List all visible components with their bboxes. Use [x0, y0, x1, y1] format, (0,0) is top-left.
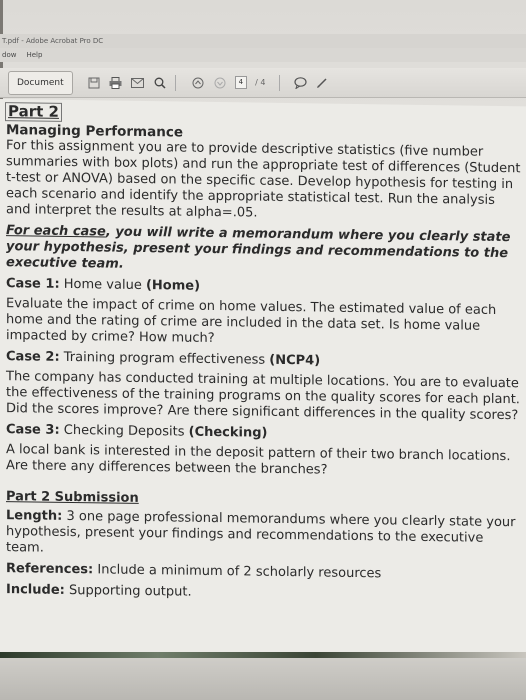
save-icon[interactable] [87, 76, 101, 90]
search-icon[interactable] [153, 76, 167, 90]
intro-paragraph: For this assignment you are to provide d… [6, 138, 521, 221]
page-up-icon[interactable] [191, 76, 205, 90]
case-2-heading: Case 2: Training program effectiveness (… [6, 349, 321, 369]
memo-lead: For each case [6, 223, 106, 240]
print-icon[interactable] [109, 76, 123, 90]
toolbar-divider [174, 74, 183, 91]
email-icon[interactable] [131, 76, 145, 90]
page-total: / 4 [255, 78, 266, 87]
menu-bar: dow Help [0, 48, 526, 62]
window-title: T.pdf - Adobe Acrobat Pro DC [0, 34, 526, 48]
references-requirement: References: Include a minimum of 2 schol… [6, 561, 382, 582]
pen-icon[interactable] [315, 76, 329, 90]
pdf-page-content: Part 2 Managing Performance For this ass… [0, 99, 526, 662]
document-tab[interactable]: Document [8, 70, 73, 95]
case-3-text: A local bank is interested in the deposi… [6, 442, 511, 478]
acrobat-toolbar: Document 4 / 4 [0, 68, 526, 98]
part-2-heading: Part 2 [5, 102, 62, 122]
page-number-input[interactable]: 4 [234, 76, 248, 89]
comment-icon[interactable] [293, 76, 307, 90]
menu-item-help[interactable]: Help [26, 48, 42, 62]
menu-item-window[interactable]: dow [2, 48, 16, 62]
memo-instruction: For each case, you will write a memorand… [6, 223, 522, 278]
case-3-heading: Case 3: Checking Deposits (Checking) [6, 422, 268, 441]
case-1-text: Evaluate the impact of crime on home val… [6, 296, 497, 346]
page-down-icon[interactable] [213, 76, 227, 90]
length-requirement: Length: 3 one page professional memorand… [6, 508, 516, 556]
include-requirement: Include: Supporting output. [6, 582, 192, 600]
toolbar-divider [279, 74, 285, 91]
toolbar-icons: 4 / 4 [87, 74, 330, 91]
photo-of-screen: T.pdf - Adobe Acrobat Pro DC dow Help Do… [0, 0, 526, 700]
monitor-bezel [0, 658, 526, 700]
case-1-heading: Case 1: Home value (Home) [6, 276, 201, 294]
case-2-text: The company has conducted training at mu… [6, 369, 520, 424]
